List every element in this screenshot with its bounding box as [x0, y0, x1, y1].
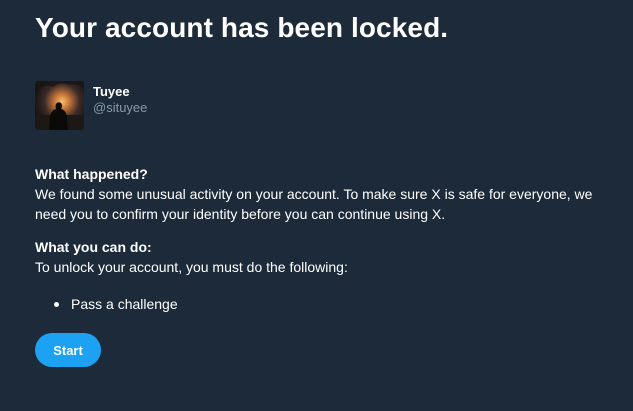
what-happened-body: We found some unusual activity on your a… [35, 186, 593, 222]
avatar [35, 81, 84, 130]
start-button[interactable]: Start [35, 333, 101, 367]
page-title: Your account has been locked. [35, 12, 449, 43]
what-you-can-do-body: To unlock your account, you must do the … [35, 259, 348, 275]
what-you-can-do-section: What you can do: To unlock your account,… [35, 238, 610, 277]
list-item: Pass a challenge [35, 294, 178, 314]
user-handle: @situyee [93, 100, 148, 115]
user-name: Tuyee [93, 84, 130, 99]
steps-list: Pass a challenge [35, 294, 178, 314]
step-label: Pass a challenge [71, 296, 178, 312]
what-happened-section: What happened? We found some unusual act… [35, 165, 610, 224]
what-you-can-do-heading: What you can do: [35, 239, 152, 255]
user-card: Tuyee @situyee [35, 81, 147, 130]
what-happened-heading: What happened? [35, 166, 148, 182]
bullet-icon [54, 301, 59, 307]
